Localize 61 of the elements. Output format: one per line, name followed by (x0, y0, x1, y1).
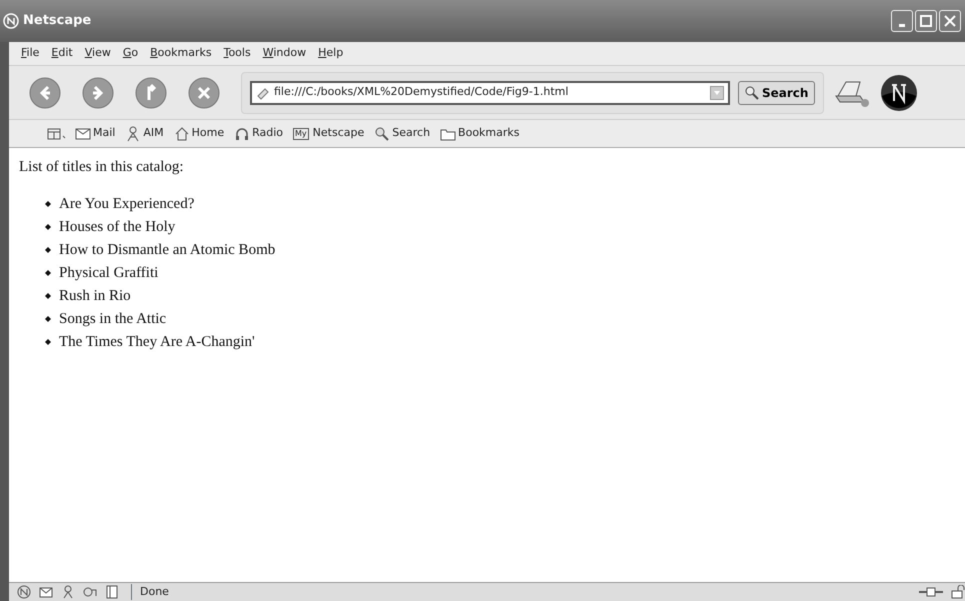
netscape-logo-icon (3, 13, 19, 29)
toolbar-link[interactable]: Search (372, 125, 432, 142)
netscape-status-icon[interactable] (17, 585, 31, 599)
minimize-button[interactable] (891, 10, 913, 32)
toolbar-link[interactable]: Bookmarks (438, 125, 522, 142)
list-item: The Times They Are A-Changin' (59, 332, 255, 352)
search-icon (374, 126, 390, 142)
menu-item[interactable]: Edit (51, 45, 73, 62)
stop-button[interactable] (188, 76, 220, 108)
menu-item[interactable]: Tools (224, 45, 251, 62)
list-item: How to Dismantle an Atomic Bomb (59, 240, 276, 260)
forward-button[interactable] (82, 76, 114, 108)
bullet-icon (45, 293, 51, 299)
maximize-icon (918, 13, 934, 29)
page-heading: List of titles in this catalog: (19, 158, 185, 177)
toolbar-link[interactable]: My Netscape (291, 125, 366, 142)
bullet-icon (45, 270, 51, 276)
headphones-icon (234, 126, 250, 142)
close-icon (942, 13, 958, 29)
search-icon (745, 86, 759, 100)
person-icon (125, 126, 142, 142)
panel-icon[interactable] (105, 585, 119, 599)
back-button[interactable] (29, 76, 61, 108)
tab-icon[interactable] (47, 126, 67, 140)
toolbar-link[interactable]: Radio (232, 125, 286, 142)
envelope-icon[interactable] (39, 585, 53, 599)
list-item: Songs in the Attic (59, 310, 166, 328)
maximize-button[interactable] (915, 10, 937, 32)
close-button[interactable] (939, 10, 961, 32)
bullet-icon (45, 201, 51, 207)
my-icon: My (293, 128, 309, 140)
dropdown-icon[interactable] (710, 86, 724, 100)
bullet-icon (45, 247, 51, 253)
window-title: Netscape (23, 12, 92, 30)
netscape-logo-icon (880, 74, 918, 112)
connection-icon (919, 586, 943, 598)
bullet-icon (45, 224, 51, 230)
toolbar-link[interactable]: Mail (73, 125, 118, 142)
menu-item[interactable]: View (84, 45, 111, 62)
list-item: Houses of the Holy (59, 218, 176, 236)
lock-icon (951, 585, 965, 599)
menu-item[interactable]: Bookmarks (150, 45, 212, 62)
menu-item[interactable]: Help (318, 45, 344, 62)
minimize-icon (899, 24, 905, 26)
list-item: Are You Experienced? (59, 194, 194, 214)
address-bar[interactable]: file:///C:/books/XML%20Demystified/Code/Fig9-1.html (250, 80, 730, 104)
list-item: Rush in Rio (59, 286, 131, 306)
menu-item[interactable]: Window (262, 45, 306, 62)
toolbar-link[interactable]: Home (172, 125, 226, 142)
menu-item[interactable]: File (21, 45, 40, 62)
bullet-icon (45, 316, 51, 322)
list-item: Physical Graffiti (59, 264, 158, 282)
status-text: Done (131, 584, 169, 600)
bullet-icon (45, 339, 51, 345)
envelope-icon (75, 126, 91, 142)
person-icon[interactable] (61, 585, 75, 599)
menu-item[interactable]: Go (122, 45, 138, 62)
reload-button[interactable] (135, 76, 167, 108)
toolbar-link[interactable]: AIM (123, 125, 166, 142)
house-icon (174, 126, 190, 142)
search-button[interactable]: Search (738, 80, 816, 104)
